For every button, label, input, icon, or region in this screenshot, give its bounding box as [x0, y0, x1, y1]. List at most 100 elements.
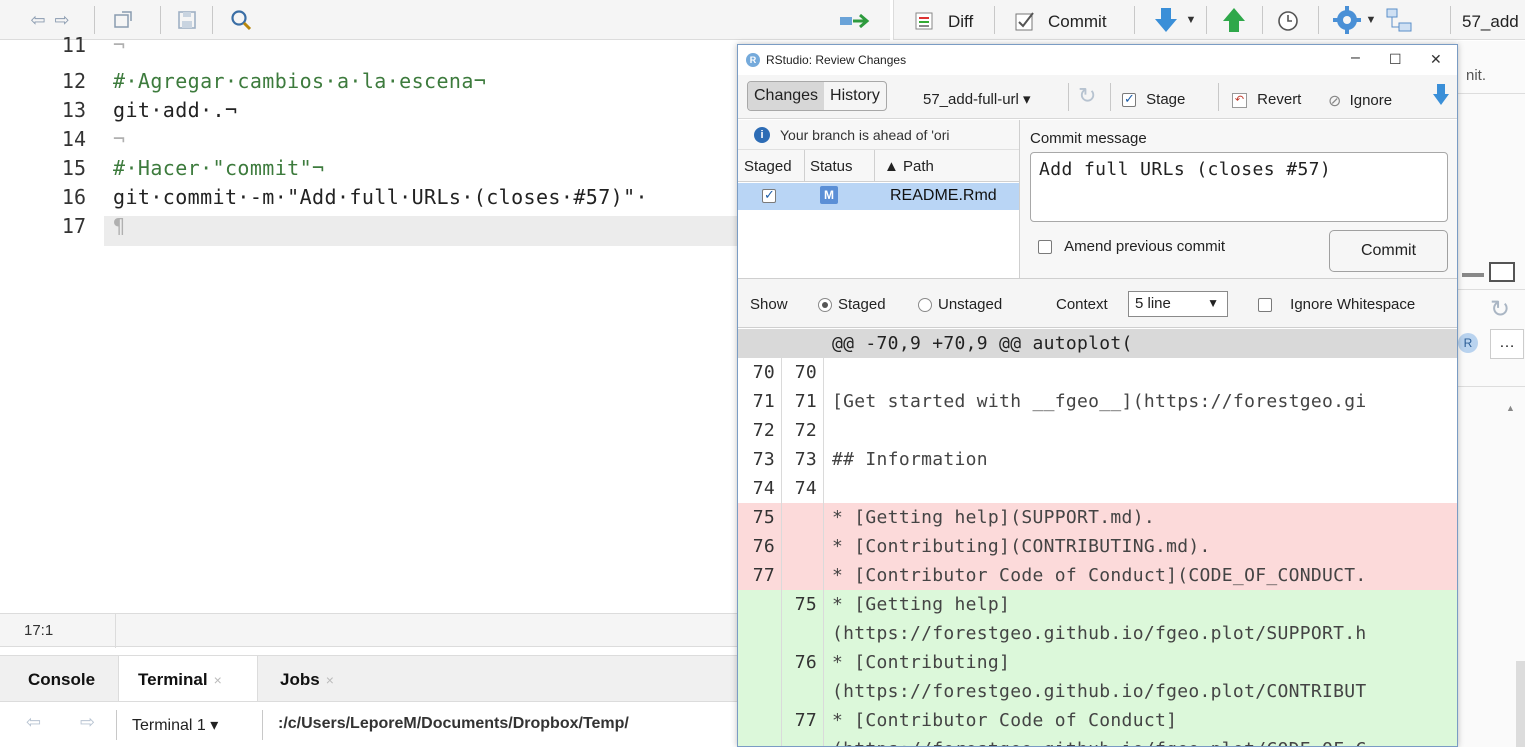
diff-line[interactable]: 73 73 ## Information: [738, 445, 1457, 474]
commit-submit-button[interactable]: Commit: [1329, 230, 1448, 272]
amend-checkbox[interactable]: Amend previous commit: [1038, 238, 1225, 255]
column-staged[interactable]: Staged: [744, 158, 792, 175]
diff-line[interactable]: 75 * [Getting help]: [738, 590, 1457, 619]
info-icon: i: [754, 127, 770, 143]
diff-line-text: (https://forestgeo.github.io/fgeo.plot/C…: [832, 681, 1367, 702]
refresh-icon[interactable]: ↻: [1078, 83, 1096, 109]
branch-icon[interactable]: [1384, 7, 1414, 33]
commit-message-input[interactable]: Add full URLs (closes #57): [1030, 152, 1448, 222]
old-line-number: [738, 735, 782, 746]
save-icon[interactable]: [174, 8, 200, 32]
diff-line[interactable]: (https://forestgeo.github.io/fgeo.plot/C…: [738, 677, 1457, 706]
close-button[interactable]: ✕: [1430, 51, 1442, 68]
diff-line[interactable]: 77 * [Contributor Code of Conduct]: [738, 706, 1457, 735]
ignore-whitespace-checkbox[interactable]: Ignore Whitespace: [1258, 296, 1415, 313]
terminal-selector[interactable]: Terminal 1 ▾: [132, 715, 218, 735]
stage-checkbox-icon: [1122, 91, 1136, 108]
close-icon[interactable]: ×: [214, 672, 222, 688]
more-button[interactable]: …: [1490, 329, 1524, 359]
branch-dropdown[interactable]: 57_add-full-url ▾: [923, 90, 1031, 108]
push-arrow-icon[interactable]: [1220, 6, 1248, 34]
revert-button[interactable]: ↶ Revert: [1232, 91, 1301, 108]
ignore-icon: ⊘: [1328, 93, 1342, 110]
refresh-icon[interactable]: ↻: [1490, 295, 1510, 324]
close-icon[interactable]: ×: [326, 672, 334, 688]
column-status[interactable]: Status: [810, 158, 853, 175]
tab-console[interactable]: Console: [28, 670, 95, 690]
show-label: Show: [750, 296, 788, 313]
diff-line[interactable]: 71 71 [Get started with __fgeo__](https://…: [738, 387, 1457, 416]
commit-button[interactable]: Commit: [1048, 12, 1107, 32]
diff-hunk-header[interactable]: @@ -70,9 +70,9 @@ autoplot(: [738, 329, 1457, 358]
line-number: 15: [61, 156, 86, 180]
diff-button[interactable]: Diff: [948, 12, 973, 32]
tab-jobs[interactable]: Jobs ×: [280, 670, 334, 690]
forward-arrow-icon[interactable]: ⇨: [50, 8, 74, 32]
diff-line[interactable]: 72 72: [738, 416, 1457, 445]
commit-icon[interactable]: [1014, 10, 1036, 32]
diff-icon[interactable]: [914, 11, 934, 31]
pull-arrow-icon[interactable]: [1152, 6, 1180, 34]
scroll-up-icon[interactable]: ▲: [1506, 403, 1515, 413]
rstudio-logo-icon: R: [746, 53, 760, 67]
new-line-number: [782, 677, 824, 706]
file-row[interactable]: M README.Rmd: [738, 183, 1019, 210]
modified-status-icon: M: [820, 186, 838, 204]
minimize-button[interactable]: –: [1351, 49, 1360, 67]
code-line: ¬: [113, 127, 126, 151]
dialog-titlebar[interactable]: R RStudio: Review Changes – ☐ ✕: [738, 45, 1457, 75]
diff-line[interactable]: (https://forestgeo.github.io/fgeo.plot/S…: [738, 619, 1457, 648]
changes-tab[interactable]: Changes: [748, 82, 825, 110]
diff-options-bar: Show Staged Unstaged Context 5 line ▼ Ig…: [738, 278, 1457, 328]
diff-view[interactable]: @@ -70,9 +70,9 @@ autoplot(70 70 71 71 [Get …: [738, 329, 1457, 746]
staged-checkbox[interactable]: [762, 187, 776, 203]
pull-dropdown-icon[interactable]: ▼: [1184, 12, 1198, 28]
run-chunk-icon[interactable]: [838, 10, 874, 32]
ignore-button[interactable]: ⊘ Ignore: [1328, 91, 1392, 111]
back-arrow-icon[interactable]: ⇦: [26, 8, 50, 32]
diff-line[interactable]: 75 * [Getting help](SUPPORT.md).: [738, 503, 1457, 532]
diff-line-text: * [Contributing]: [832, 652, 1011, 673]
tab-terminal[interactable]: Terminal ×: [138, 670, 222, 690]
diff-line[interactable]: 77 * [Contributor Code of Conduct](CODE_O…: [738, 561, 1457, 590]
stage-button[interactable]: Stage: [1122, 91, 1185, 108]
old-line-number: 72: [738, 416, 782, 445]
new-line-number: 76: [782, 648, 824, 677]
history-clock-icon[interactable]: [1276, 9, 1300, 33]
file-path: README.Rmd: [890, 187, 997, 204]
search-icon[interactable]: [228, 7, 254, 33]
branch-label[interactable]: 57_add: [1462, 12, 1519, 32]
new-line-number: 77: [782, 706, 824, 735]
commit-panel: Commit message Add full URLs (closes #57…: [1020, 120, 1457, 278]
staged-radio[interactable]: Staged: [818, 296, 886, 313]
show-in-window-icon[interactable]: [110, 8, 136, 32]
unstaged-radio[interactable]: Unstaged: [918, 296, 1002, 313]
old-line-number: [738, 619, 782, 648]
gear-dropdown-icon[interactable]: ▼: [1364, 12, 1378, 28]
pull-arrow-icon[interactable]: [1432, 83, 1450, 111]
diff-line[interactable]: 76 * [Contributing]: [738, 648, 1457, 677]
diff-line-text: [Get started with __fgeo__](https://fore…: [832, 391, 1367, 412]
diff-line[interactable]: 76 * [Contributing](CONTRIBUTING.md).: [738, 532, 1457, 561]
line-number: 13: [61, 98, 86, 122]
code-line: git·commit·-m·"Add·full·URLs·(closes·#57…: [113, 185, 648, 209]
cursor-position: 17:1: [24, 622, 54, 639]
pane-maximize-icon[interactable]: [1460, 261, 1518, 283]
diff-line[interactable]: (https://forestgeo.github.io/fgeo.plot/C…: [738, 735, 1457, 746]
maximize-button[interactable]: ☐: [1389, 51, 1402, 68]
old-line-number: 77: [738, 561, 782, 590]
forward-arrow-icon[interactable]: ⇨: [80, 712, 95, 733]
old-line-number: 71: [738, 387, 782, 416]
history-tab[interactable]: History: [824, 82, 886, 110]
gear-icon[interactable]: [1332, 5, 1362, 35]
diff-line[interactable]: 70 70: [738, 358, 1457, 387]
old-line-number: 75: [738, 503, 782, 532]
context-select[interactable]: 5 line ▼: [1128, 291, 1228, 317]
column-path[interactable]: ▲ Path: [884, 158, 934, 175]
diff-line[interactable]: 74 74: [738, 474, 1457, 503]
code-line: ¶: [113, 214, 126, 238]
back-arrow-icon[interactable]: ⇦: [26, 712, 41, 733]
code-line: git·add·.¬: [113, 98, 238, 122]
ignore-whitespace-checkbox-icon: [1258, 298, 1272, 313]
r-icon[interactable]: R: [1458, 333, 1478, 353]
